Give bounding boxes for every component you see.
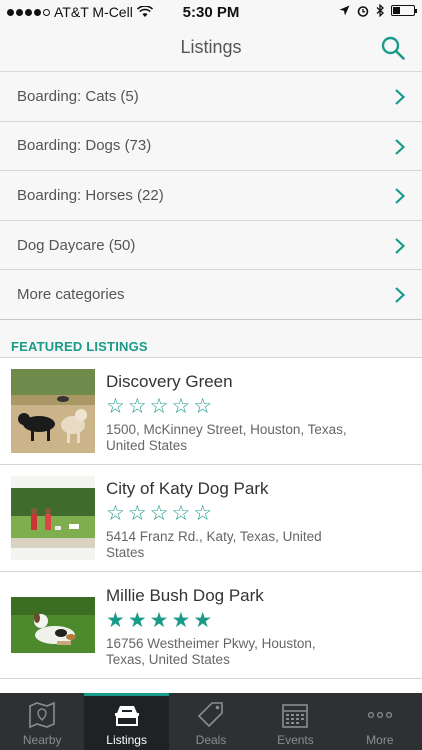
bluetooth-icon (376, 4, 384, 17)
listing-address: 5414 Franz Rd., Katy, Texas, United Stat… (106, 529, 322, 560)
tab-label: Events (277, 733, 314, 747)
chevron-right-icon (395, 89, 406, 105)
tab-label: Listings (106, 733, 147, 747)
category-row-boarding-horses[interactable]: Boarding: Horses (22) (0, 171, 422, 221)
map-icon (29, 701, 56, 729)
star-rating: ☆☆☆☆☆ (106, 502, 216, 525)
category-label: More categories (17, 286, 125, 304)
chevron-right-icon (395, 188, 406, 204)
more-icon (367, 711, 392, 719)
battery-icon (391, 5, 417, 16)
chevron-right-icon (395, 138, 406, 155)
category-label: Boarding: Dogs (73) (17, 137, 152, 155)
category-row-dog-daycare[interactable]: Dog Daycare (50) (0, 221, 422, 271)
listing-thumbnail (11, 583, 95, 667)
listing-thumbnail (11, 476, 95, 560)
category-label: Dog Daycare (50) (17, 236, 136, 254)
listing-address: 16756 Westheimer Pkwy, Houston, Texas, U… (106, 636, 316, 667)
calendar-icon (282, 704, 309, 728)
listings-icon (114, 706, 139, 726)
tab-bar: Nearby Listings Deals Events More (0, 693, 422, 750)
listing-name: City of Katy Dog Park (106, 479, 269, 498)
status-right (339, 4, 417, 17)
tab-nearby[interactable]: Nearby (0, 693, 84, 750)
listing-item[interactable]: Discovery Green ☆☆☆☆☆ 1500, McKinney Str… (0, 358, 422, 465)
category-list: Boarding: Cats (5) Boarding: Dogs (73) B… (0, 72, 422, 320)
category-label: Boarding: Cats (5) (17, 87, 139, 105)
tab-label: More (366, 733, 394, 747)
category-row-boarding-cats[interactable]: Boarding: Cats (5) (0, 72, 422, 122)
nav-bar: Listings (0, 26, 422, 72)
tab-listings[interactable]: Listings (84, 693, 170, 750)
category-label: Boarding: Horses (22) (17, 186, 164, 204)
section-title: FEATURED LISTINGS (11, 339, 148, 354)
category-row-more[interactable]: More categories (0, 270, 422, 320)
location-arrow-icon (339, 5, 350, 16)
listing-item[interactable]: Millie Bush Dog Park ★★★★★ 16756 Westhei… (0, 572, 422, 679)
alarm-icon (357, 5, 369, 17)
chevron-right-icon (395, 287, 406, 304)
featured-listings: Discovery Green ☆☆☆☆☆ 1500, McKinney Str… (0, 358, 422, 679)
status-bar: AT&T M-Cell 5:30 PM (0, 0, 422, 26)
tag-icon (197, 702, 223, 728)
chevron-right-icon (395, 237, 406, 254)
listing-name: Millie Bush Dog Park (106, 586, 264, 605)
tab-label: Deals (195, 733, 227, 747)
listing-item[interactable]: City of Katy Dog Park ☆☆☆☆☆ 5414 Franz R… (0, 465, 422, 572)
tab-more[interactable]: More (338, 693, 422, 750)
tab-events[interactable]: Events (253, 693, 337, 750)
tab-deals[interactable]: Deals (169, 693, 253, 750)
featured-listings-header: FEATURED LISTINGS (0, 320, 422, 358)
category-row-boarding-dogs[interactable]: Boarding: Dogs (73) (0, 122, 422, 172)
page-title: Listings (180, 37, 242, 57)
listing-thumbnail (11, 369, 95, 453)
tab-label: Nearby (22, 733, 62, 747)
listing-address: 1500, McKinney Street, Houston, Texas, U… (106, 422, 347, 453)
search-icon[interactable] (380, 35, 406, 61)
listing-name: Discovery Green (106, 372, 233, 391)
star-rating: ★★★★★ (106, 609, 216, 632)
star-rating: ☆☆☆☆☆ (106, 395, 216, 418)
